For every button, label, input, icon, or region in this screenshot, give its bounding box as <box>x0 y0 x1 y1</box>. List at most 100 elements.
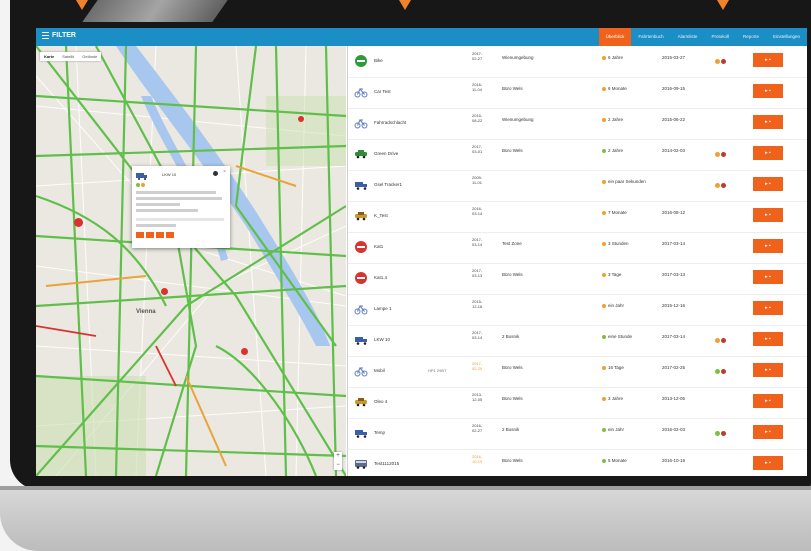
popup-actions <box>136 232 174 238</box>
vehicle-action-button[interactable]: ▸ ▪ <box>753 456 783 470</box>
table-row[interactable]: Kat1 2017- 03-14 Test Zone 3 Stunden 2017-03-… <box>348 232 807 264</box>
popup-action-button[interactable] <box>166 232 174 238</box>
map-vehicle-pin[interactable] <box>161 288 168 295</box>
vehicle-last-contact: 2016-10-19 <box>662 458 685 463</box>
vehicle-action-button[interactable]: ▸ ▪ <box>753 177 783 191</box>
vehicle-status-text: 3 Tage <box>608 272 622 277</box>
vehicle-last-contact: 2016-09-15 <box>662 86 685 91</box>
vehicle-last-contact-text: 2017-03-13 <box>662 272 686 277</box>
table-row[interactable]: Green Drive 2017- 03-01 Büro Wels 2 Jahre 201… <box>348 139 807 171</box>
vehicle-last-contact-text: 2013-12-05 <box>662 396 686 401</box>
vehicle-action-button[interactable]: ▸ ▪ <box>753 363 783 377</box>
settings-icon[interactable] <box>213 171 218 176</box>
map-vehicle-pin[interactable] <box>74 218 83 227</box>
status-lights <box>715 152 726 157</box>
vehicle-last-contact: 2016-08-12 <box>662 210 685 215</box>
table-row[interactable]: Fahrradschlacht 2015- 08-22 Wienumgebung 2 J… <box>348 108 807 140</box>
status-dot-icon <box>602 179 606 184</box>
popup-detail-line <box>136 224 176 227</box>
vehicle-status-text: 3 Stunden <box>608 241 629 246</box>
table-row[interactable]: K_Test 2016- 03-14 7 Monate 2016-08-12 ▸ ▪ <box>348 201 807 233</box>
red-circle-icon <box>355 272 367 284</box>
nav-item[interactable]: Fahrtenbuch <box>631 28 670 46</box>
vehicle-action-button[interactable]: ▸ ▪ <box>753 425 783 439</box>
vehicle-info-popup[interactable]: LKW 10 × <box>132 166 230 248</box>
map-panel[interactable]: Karte Satellit Gelände Vienna LKW 10 × +… <box>36 46 346 476</box>
vehicle-status: 5 Monate <box>602 458 627 463</box>
vehicle-action-button[interactable]: ▸ ▪ <box>753 146 783 160</box>
zoom-out-button[interactable]: − <box>334 461 342 470</box>
vehicle-action-button[interactable]: ▸ ▪ <box>753 239 783 253</box>
popup-action-button[interactable] <box>156 232 164 238</box>
vehicle-date: 2017- 03-14 <box>472 330 500 341</box>
vehicle-action-button[interactable]: ▸ ▪ <box>753 84 783 98</box>
table-row[interactable]: Car Test 2016- 11-04 Büro Wels 6 Monate 2016-… <box>348 77 807 109</box>
table-row[interactable]: Mobil HP1 29BT 2017- 02-25 Büro Wels 16 Tage 2… <box>348 356 807 388</box>
monitor-stand-base <box>0 486 811 551</box>
table-row[interactable]: Lampe 1 2015- 12-16 ein Jahr 2015-12-16 ▸ ▪ <box>348 294 807 326</box>
popup-input[interactable] <box>136 218 224 221</box>
vehicle-name: Mobil <box>374 368 385 373</box>
zoom-in-button[interactable]: + <box>334 452 342 461</box>
table-row[interactable]: Bike 2017- 02-27 Wienumgebung 6 Jahre 2015-03… <box>348 46 807 78</box>
close-icon[interactable]: × <box>223 169 226 175</box>
marker-arrow-icon <box>76 0 88 10</box>
status-dot-icon <box>602 55 606 60</box>
status-light-icon <box>721 59 726 64</box>
vehicle-last-contact: 2017-02-25 <box>662 365 685 370</box>
bezel-reflection <box>82 0 228 22</box>
vehicle-last-contact-text: 2015-06-22 <box>662 117 686 122</box>
table-row[interactable]: Temp 2016- 02-27 2 Bosnik ein Jahr 2016-02-03… <box>348 418 807 450</box>
vehicle-date-part: 12-16 <box>472 304 483 310</box>
vehicle-location: Wienumgebung <box>502 117 534 122</box>
vehicle-location: Büro Wels <box>502 148 523 153</box>
map-type-tab[interactable]: Satellit <box>58 52 78 61</box>
vehicle-location-text: 2 Bosnik <box>502 427 520 432</box>
vehicle-date: 2016- 10-19 <box>472 454 500 465</box>
table-row[interactable]: LKW 10 2017- 03-14 2 Bosnik eine Stunde 2017-… <box>348 325 807 357</box>
hamburger-icon <box>42 32 49 39</box>
table-row[interactable]: Gsel Tracker1 2009- 11-01 ein paar Sekunden… <box>348 170 807 202</box>
vehicle-location: Wienumgebung <box>502 55 534 60</box>
table-row[interactable]: Kat1.4 2017- 03-13 Büro Wels 3 Tage 2017-03-1… <box>348 263 807 295</box>
vehicle-date: 2013- 12-05 <box>472 392 500 403</box>
popup-title: LKW 10 <box>162 172 177 177</box>
vehicle-status-text: ein Jahr <box>608 427 625 432</box>
map-vehicle-pin[interactable] <box>298 116 304 122</box>
nav-item[interactable]: Überblick <box>598 28 632 46</box>
vehicle-action-button[interactable]: ▸ ▪ <box>753 270 783 284</box>
vehicle-date: 2017- 03-14 <box>472 237 500 248</box>
map-vehicle-pin[interactable] <box>241 348 248 355</box>
vehicle-last-contact-text: 2017-03-14 <box>662 241 686 246</box>
nav-item[interactable]: Alarmliste <box>671 28 705 46</box>
map-type-tab[interactable]: Karte <box>40 52 58 61</box>
status-light-icon <box>715 152 720 157</box>
vehicle-name: Lampe 1 <box>374 306 392 311</box>
vehicle-location: 2 Bosnik <box>502 427 519 432</box>
popup-detail-line <box>136 203 180 206</box>
popup-action-button[interactable] <box>136 232 144 238</box>
filter-button[interactable]: FILTER <box>42 32 76 39</box>
table-row[interactable]: Test1112015 2016- 10-19 Büro Wels 5 Monate 20… <box>348 449 807 476</box>
map-canvas[interactable] <box>36 46 346 476</box>
vehicle-status: 7 Monate <box>602 210 627 215</box>
popup-detail-line <box>136 209 198 212</box>
vehicle-date: 2016- 03-14 <box>472 206 500 217</box>
nav-item[interactable]: Einstellungen <box>766 28 807 46</box>
vehicle-action-button[interactable]: ▸ ▪ <box>753 394 783 408</box>
nav-item[interactable]: Protokoll <box>704 28 736 46</box>
vehicle-action-button[interactable]: ▸ ▪ <box>753 115 783 129</box>
vehicle-action-button[interactable]: ▸ ▪ <box>753 332 783 346</box>
map-zoom-control[interactable]: + − <box>334 452 342 470</box>
vehicle-action-button[interactable]: ▸ ▪ <box>753 301 783 315</box>
vehicle-date-part: 12-05 <box>472 397 483 403</box>
vehicle-location: Test Zone <box>502 241 522 246</box>
nav-item[interactable]: Reporte <box>736 28 766 46</box>
vehicle-action-button[interactable]: ▸ ▪ <box>753 53 783 67</box>
vehicle-location: Büro Wels <box>502 272 523 277</box>
popup-action-button[interactable] <box>146 232 154 238</box>
vehicle-action-button[interactable]: ▸ ▪ <box>753 208 783 222</box>
map-type-tab[interactable]: Gelände <box>78 52 101 61</box>
status-light-icon <box>721 431 726 436</box>
table-row[interactable]: Oleo 4 2013- 12-05 Büro Wels 3 Jahre 2013-12-… <box>348 387 807 419</box>
